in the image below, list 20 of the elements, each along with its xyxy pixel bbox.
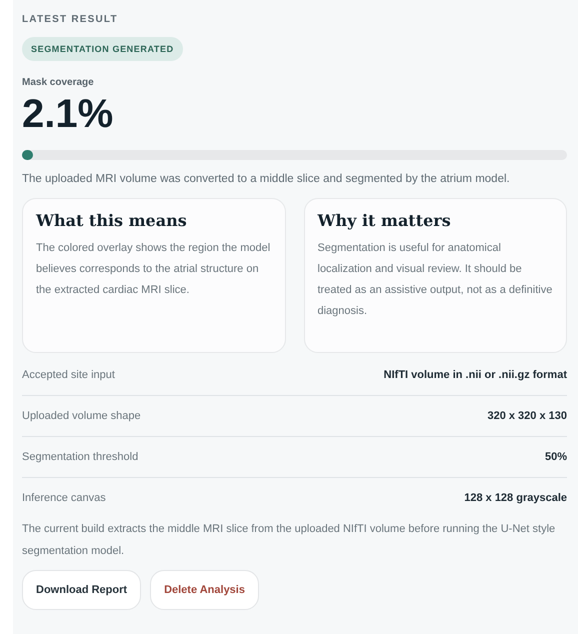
card-title: Why it matters xyxy=(318,211,452,230)
card-text: The colored overlay shows the region the model believes corresponds to the atrial structure on the extracted cardiac MRI slice. xyxy=(36,241,272,298)
card-title: What this means xyxy=(36,211,188,230)
detail-label: Segmentation threshold xyxy=(22,451,138,463)
download-button[interactable]: Download Report xyxy=(22,570,142,610)
metric-label: Mask coverage xyxy=(22,77,95,88)
status-badge: SEGMENTATION GENERATED xyxy=(22,37,183,61)
card-text: Segmentation is useful for anatomical localization and visual review. It should be treated as an assistive output, not as a definitive diagnosis. xyxy=(318,241,553,319)
note-text: The current build extracts the middle MRI slice from the uploaded NIfTI volume before running the U-Net style segmentation model. xyxy=(22,522,556,559)
delete-button[interactable]: Delete Analysis xyxy=(150,570,259,610)
detail-value: 320 x 320 x 130 xyxy=(487,410,567,422)
detail-value: 128 x 128 grayscale xyxy=(464,492,567,504)
detail-value: NIfTI volume in .nii or .nii.gz format xyxy=(384,369,567,381)
detail-label: Inference canvas xyxy=(22,492,106,504)
detail-label: Accepted site input xyxy=(22,369,115,381)
detail-label: Uploaded volume shape xyxy=(22,410,141,422)
summary-text: The uploaded MRI volume was converted to a middle slice and segmented by the atrium model. xyxy=(22,172,511,187)
detail-value: 50% xyxy=(544,451,567,463)
section-label: LATEST RESULT xyxy=(22,14,119,25)
metric-value: 2.1% xyxy=(22,92,114,136)
